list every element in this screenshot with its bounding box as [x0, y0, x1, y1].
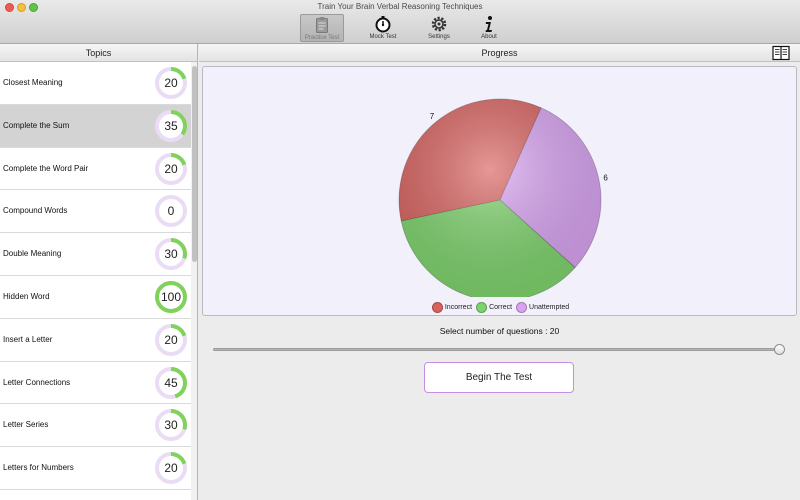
- topic-label: Closest Meaning: [3, 78, 63, 87]
- chart-panel: 767 IncorrectCorrectUnattempted: [202, 66, 797, 316]
- chart-legend: Incorrect Correct Unattempted: [203, 302, 798, 313]
- legend-label: Correct: [489, 304, 513, 311]
- topic-row[interactable]: Insert a Letter 20: [0, 318, 191, 362]
- topic-score: 35: [164, 118, 178, 133]
- topic-label: Hidden Word: [3, 291, 50, 301]
- topic-row[interactable]: Complete the Word Pair 20: [0, 147, 191, 191]
- question-count-slider[interactable]: [213, 348, 781, 351]
- legend-label: Unattempted: [529, 304, 570, 311]
- topic-label: Complete the Sum: [3, 120, 70, 130]
- toolbar-about-button[interactable]: About: [467, 14, 511, 42]
- topic-label: Letter Series: [3, 420, 49, 430]
- topic-list: Closest Meaning 20 Complete the Sum 35 Compl…: [0, 62, 191, 490]
- question-count-label: Select number of questions : 20: [439, 326, 560, 336]
- pie-data-label: 7: [430, 112, 435, 121]
- progress-panel: Progress 767 IncorrectCorrectUnattempte: [199, 44, 800, 500]
- topic-label: Letter Connections: [3, 377, 71, 387]
- topic-label: Insert a Letter: [3, 334, 53, 344]
- sidebar-title: Topics: [0, 44, 197, 62]
- topic-label: Double Meaning: [3, 249, 62, 259]
- legend-swatch: [476, 302, 488, 313]
- window-title: Train Your Brain Verbal Reasoning Techni…: [317, 2, 483, 11]
- info-icon: [485, 16, 492, 32]
- topic-label: Complete the Word Pair: [3, 163, 89, 173]
- topic-score: 45: [164, 375, 178, 390]
- topic-row[interactable]: Letter Connections 45: [0, 361, 191, 405]
- topic-score: 20: [164, 161, 178, 176]
- topic-row[interactable]: Compound Words 0: [0, 190, 191, 234]
- slider-knob[interactable]: [774, 344, 785, 355]
- title-bar: Train Your Brain Verbal Reasoning Techni…: [0, 0, 800, 44]
- topic-row[interactable]: Letter Series 30: [0, 404, 191, 448]
- toolbar-label: Mock Test: [369, 34, 397, 40]
- legend-label: Incorrect: [444, 304, 473, 311]
- main-header: Progress: [199, 44, 800, 62]
- topic-row[interactable]: Complete the Sum 35: [0, 104, 191, 148]
- toolbar-mock-test-button[interactable]: Mock Test: [361, 14, 405, 42]
- toolbar-label: Settings: [428, 34, 450, 40]
- topic-label: Compound Words: [3, 206, 68, 216]
- begin-test-button[interactable]: Begin The Test: [424, 362, 574, 393]
- topic-score: 20: [164, 461, 178, 476]
- toolbar-practice-test-button[interactable]: Practice Test: [300, 14, 344, 42]
- toolbar-label: Practice Test: [304, 35, 340, 41]
- topic-row[interactable]: Closest Meaning 20: [0, 62, 191, 105]
- topic-score: 20: [164, 76, 178, 90]
- topic-score: 100: [160, 289, 182, 304]
- legend-item: Correct: [476, 302, 512, 313]
- topic-row[interactable]: Letters for Numbers 20: [0, 447, 191, 490]
- topic-score: 20: [164, 332, 178, 347]
- sidebar-scrollbar[interactable]: [191, 62, 197, 500]
- topic-score: 30: [164, 418, 178, 433]
- topic-score: 30: [164, 247, 178, 262]
- page-title: Progress: [481, 48, 518, 58]
- pie-chart: 767: [398, 98, 608, 309]
- legend-item: Unattempted: [516, 302, 569, 313]
- topics-sidebar: Topics Closest Meaning 20 Complete the Sum…: [0, 44, 198, 500]
- topic-row[interactable]: Double Meaning 30: [0, 233, 191, 276]
- legend-item: Incorrect: [431, 302, 473, 313]
- topic-label: Letters for Numbers: [3, 463, 74, 473]
- topic-score: 0: [167, 204, 175, 219]
- clipboard-icon: [316, 17, 328, 33]
- pie-data-label: 6: [603, 174, 608, 183]
- gear-icon: [431, 16, 447, 32]
- legend-swatch: [516, 302, 528, 313]
- topic-row[interactable]: Hidden Word 100: [0, 275, 191, 319]
- stopwatch-icon: [375, 16, 391, 33]
- scrollbar-thumb[interactable]: [192, 66, 197, 262]
- book-icon[interactable]: [772, 45, 790, 61]
- toolbar-label: About: [481, 34, 497, 40]
- toolbar-settings-button[interactable]: Settings: [417, 14, 461, 42]
- legend-swatch: [431, 302, 443, 313]
